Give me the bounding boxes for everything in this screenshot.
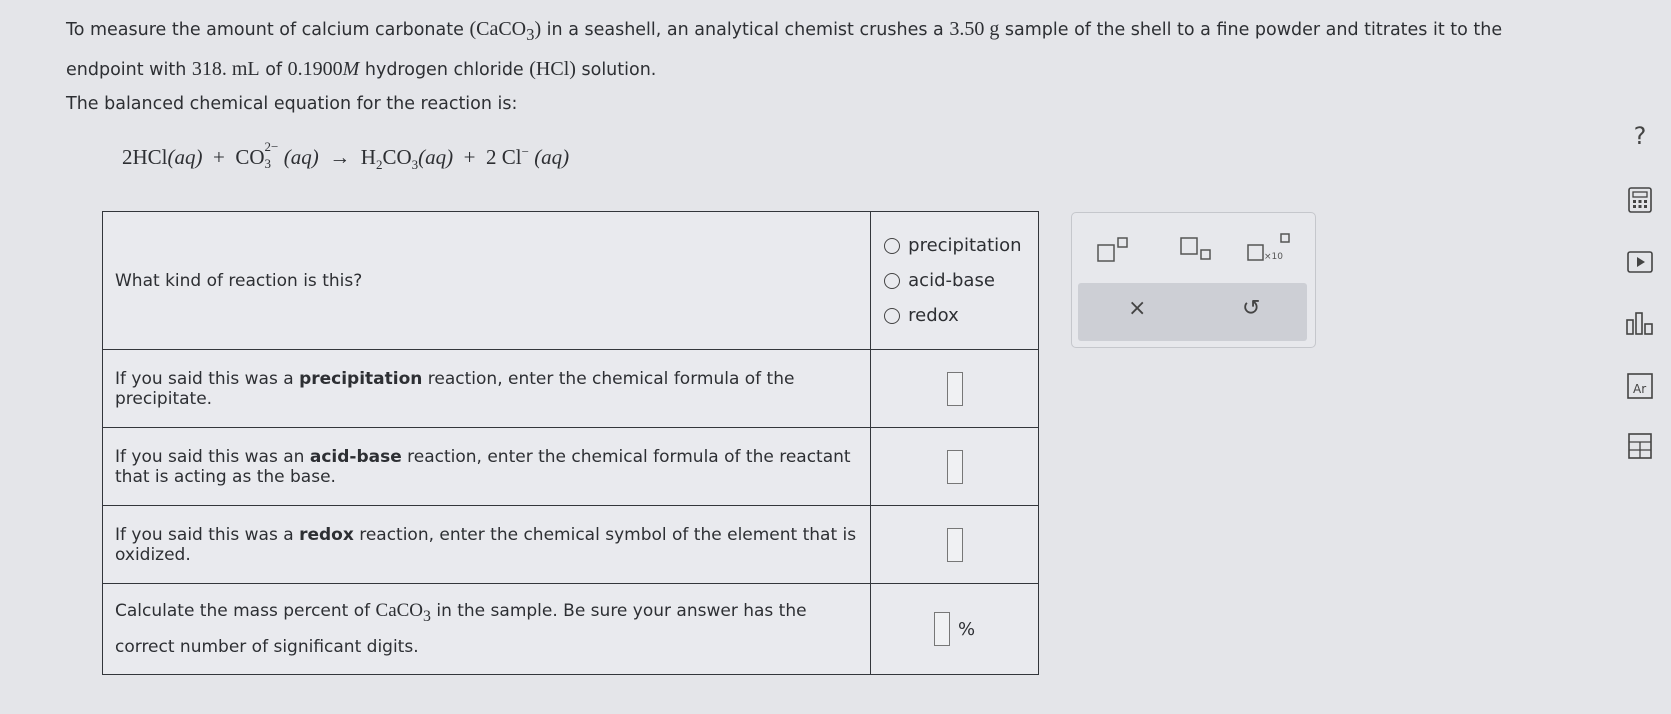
question-precipitate: If you said this was a precipitation rea… [101, 349, 872, 428]
reaction-kind-options: precipitation acid-base redox [872, 228, 1037, 333]
base-input[interactable] [946, 449, 963, 484]
help-icon[interactable]: ? [1625, 122, 1655, 150]
radio-circle-icon[interactable] [884, 307, 901, 324]
table-row: If you said this was an acid-base reacti… [101, 427, 1039, 506]
table-row: Calculate the mass percent of CaCO3 in t… [101, 583, 1039, 675]
equation-label: The balanced chemical equation for the r… [66, 94, 518, 114]
calculator-icon[interactable] [1625, 186, 1655, 214]
reference-table-icon[interactable] [1625, 432, 1655, 462]
table-row: If you said this was a precipitation rea… [101, 349, 1039, 428]
math-tool-palette: ×10 × ↺ [1071, 212, 1316, 348]
problem-statement: To measure the amount of calcium carbona… [66, 18, 1503, 80]
radio-circle-icon[interactable] [884, 272, 901, 289]
clear-button[interactable]: × [1128, 296, 1146, 321]
mass-percent-input[interactable] [934, 612, 951, 646]
video-play-icon[interactable] [1625, 250, 1655, 274]
radio-circle-icon[interactable] [884, 237, 901, 254]
scientific-notation-button[interactable]: ×10 [1247, 233, 1291, 265]
x10-label: ×10 [1264, 252, 1283, 262]
subscript-button[interactable] [1180, 237, 1212, 263]
radio-precipitation[interactable]: precipitation [884, 228, 1037, 263]
bar-chart-icon[interactable] [1625, 310, 1655, 336]
question-reaction-kind: What kind of reaction is this? [101, 211, 872, 350]
oxidized-element-input[interactable] [946, 527, 963, 562]
precipitate-input[interactable] [946, 371, 963, 406]
superscript-button[interactable] [1097, 237, 1129, 263]
radio-redox[interactable]: redox [884, 298, 1037, 333]
table-row: What kind of reaction is this? precipita… [101, 211, 1039, 350]
svg-text:Ar: Ar [1633, 382, 1646, 396]
question-table: What kind of reaction is this? precipita… [101, 211, 1039, 675]
table-row: If you said this was a redox reaction, e… [101, 505, 1039, 584]
undo-button[interactable]: ↺ [1242, 296, 1260, 321]
question-mass-percent: Calculate the mass percent of CaCO3 in t… [101, 583, 872, 675]
periodic-table-icon[interactable]: Ar [1625, 372, 1655, 400]
chemical-equation: 2HCl(aq) + CO 2− 3 (aq) → H2CO3(aq) + 2 Cl… [122, 139, 570, 173]
question-oxidized: If you said this was a redox reaction, e… [101, 505, 872, 584]
question-base: If you said this was an acid-base reacti… [101, 427, 872, 506]
radio-acid-base[interactable]: acid-base [884, 263, 1037, 298]
